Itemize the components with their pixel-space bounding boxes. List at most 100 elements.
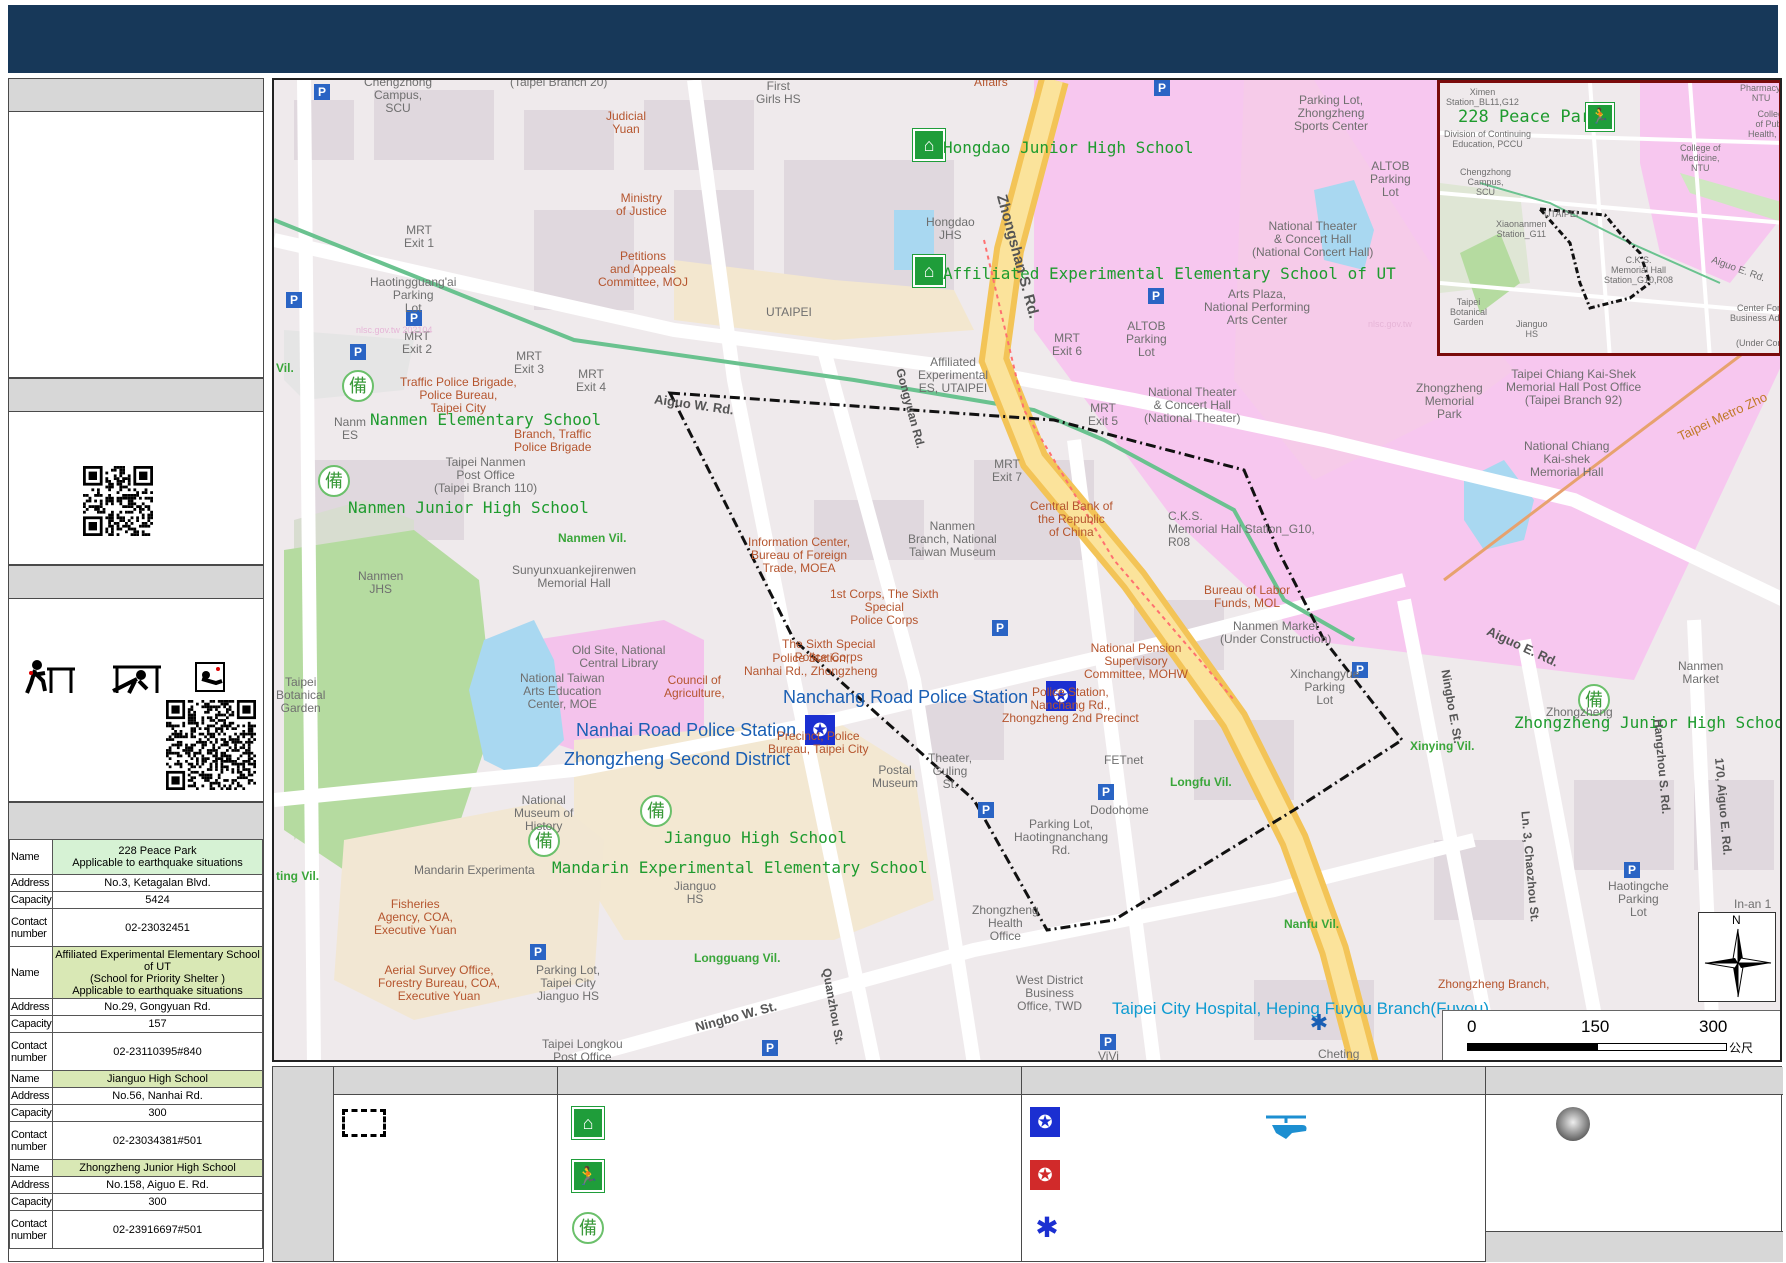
shelter-label: Affiliated Experimental Elementary Schoo… [943, 264, 1396, 283]
poi-label: Nanm ES [334, 415, 367, 442]
poi-label: Sunyunxuankejirenwen Memorial Hall [512, 563, 637, 590]
table-row: Name Jianguo High School [9, 1070, 263, 1088]
poi-label: Postal Museum [872, 763, 919, 790]
poi-label: UTAIPEI [766, 305, 812, 319]
shelter-address: No.29, Gongyuan Rd. [52, 998, 263, 1016]
poi-label: (Taipei Branch 20) [510, 78, 608, 89]
shelter-label: Mandarin Experimental Elementary School [552, 858, 928, 877]
row-label: Capacity [9, 1193, 53, 1211]
shelter-label: Jianguo High School [664, 828, 848, 847]
park-shelter-icon[interactable]: 🏃 [1585, 102, 1615, 132]
village-label: Nanmen Vil. [558, 531, 627, 545]
circle-marker-icon [1556, 1107, 1590, 1141]
shelter-building-icon: ⌂ [571, 1106, 605, 1140]
poi-label: National Museum of History [514, 793, 574, 833]
poi-label: C.K.S. Memorial Hall Station_G10, R08 [1168, 509, 1315, 549]
table-row: Contact number 02-23110395#840 [9, 1032, 263, 1071]
legend-column: ⌂ 🏃 備 [557, 1067, 1021, 1261]
village-label: Longfu Vil. [1170, 775, 1232, 789]
poi-label: MRT Exit 7 [992, 457, 1023, 484]
police-label: Nanchang Road Police Station [783, 687, 1029, 707]
scale-bar-black [1467, 1043, 1597, 1051]
table-row: Capacity 300 [9, 1104, 263, 1122]
row-label: Address [9, 998, 53, 1016]
row-label: Address [9, 1176, 53, 1194]
poi-label: Zhongzheng [1546, 705, 1613, 719]
row-label: Address [9, 874, 53, 892]
inset-label: Center For Business Adm [1730, 303, 1781, 323]
map-canvas[interactable]: ⌂ ⌂ ✪ ✪ 備 備 備 備 備 P P P P P P P P P P P … [272, 78, 1782, 1062]
reserve-icon[interactable]: 備 [640, 795, 672, 827]
title-bar [8, 5, 1778, 73]
police-badge-icon: ✪ [1030, 1107, 1060, 1137]
helicopter-icon [1266, 1115, 1307, 1139]
row-label: Contact number [9, 908, 53, 947]
reserve-icon[interactable]: 備 [318, 465, 350, 497]
legend-column [1485, 1067, 1783, 1262]
reserve-icon: 備 [572, 1212, 604, 1244]
shelter-address: No.3, Ketagalan Blvd. [52, 874, 263, 892]
poi-label: Zhongzheng Health Office [972, 903, 1039, 943]
row-label: Contact number [9, 1121, 53, 1160]
police-label: Nanhai Road Police Station [576, 720, 797, 740]
legend-column [333, 1067, 557, 1261]
table-row: Address No.3, Ketagalan Blvd. [9, 874, 263, 892]
shelter-address: No.158, Aiguo E. Rd. [52, 1176, 263, 1194]
reserve-icon[interactable]: 備 [342, 370, 374, 402]
legend-header [334, 1067, 557, 1095]
inset-map[interactable]: 228 Peace Park 🏃 Pharmacy, NTU College o… [1437, 80, 1782, 356]
shelter-capacity: 300 [52, 1193, 263, 1211]
shelter-contact: 02-23110395#840 [52, 1032, 263, 1071]
hospital-label: Taipei City Hospital, Heping Fuyou Branc… [1112, 999, 1490, 1018]
poi-label: National Pension Supervisory Committee, … [1084, 641, 1189, 681]
ambulance-star-icon[interactable]: ✱ [1308, 1012, 1330, 1034]
shelter-label: Hongdao Junior High School [943, 138, 1194, 157]
shelter-name: Affiliated Experimental Elementary Schoo… [52, 946, 263, 999]
poi-label: First Girls HS [756, 79, 801, 106]
poi-label: Petitions and Appeals Committee, MOJ [598, 249, 689, 289]
qr-code-icon [83, 466, 153, 536]
inset-title: 228 Peace Park [1458, 107, 1602, 127]
table-row: Contact number 02-23032451 [9, 908, 263, 947]
poi-label: Police Station, Nanhai Rd., Zhongzheng [744, 651, 878, 678]
village-label: Vil. [276, 361, 294, 375]
drop-icon [25, 660, 75, 694]
fire-badge-icon: ✪ [1030, 1160, 1060, 1190]
poi-label: Nanmen Market (Under Construction) [1220, 619, 1332, 646]
poi-label: Taipei Botanical Garden [276, 675, 326, 715]
table-row: Contact number 02-23034381#501 [9, 1121, 263, 1160]
parking-icon: P [1148, 288, 1164, 304]
compass-icon [1704, 928, 1772, 998]
poi-label: Hongdao JHS [926, 215, 975, 242]
shelter-contact: 02-23032451 [52, 908, 263, 947]
parking-icon: P [1100, 1034, 1116, 1050]
village-label: Xinying Vil. [1410, 739, 1475, 753]
legend-header [558, 1067, 1021, 1095]
inset-label: Pharmacy, NTU [1740, 83, 1782, 103]
poi-label: Branch, Traffic Police Brigade [514, 427, 592, 454]
table-row: Address No.158, Aiguo E. Rd. [9, 1176, 263, 1194]
legend-column: ✪ ✪ ✱ [1021, 1067, 1485, 1261]
poi-label: Central Bank of the Republic of China [1030, 499, 1113, 539]
poi-label: Council of Agriculture, [664, 673, 725, 700]
legend-footer-bar [1486, 1231, 1783, 1262]
shelter-building-icon[interactable]: ⌂ [912, 254, 946, 288]
poi-label: Parking Lot, Haotingnanchang Rd. [1014, 817, 1109, 857]
scale-unit: 公尺 [1729, 1041, 1754, 1055]
inset-label: Division of Continuing Education, PCCU [1444, 129, 1532, 149]
poi-label: National Theater & Concert Hall (Nationa… [1144, 385, 1241, 425]
inset-label: College of Medicine, NTU [1680, 143, 1721, 173]
poi-label: Old Site, National Central Library [572, 643, 666, 670]
poi-label: MRT Exit 5 [1088, 401, 1119, 428]
shelter-building-icon[interactable]: ⌂ [912, 128, 946, 162]
shelter-name: Jianguo High School [52, 1070, 263, 1088]
scale-tick: 300 [1699, 1017, 1728, 1036]
poi-label: Xinchangyue Parking Lot [1290, 667, 1360, 707]
watermark-label: nlsc.gov.tw 202104 [356, 325, 433, 335]
parking-icon: P [1624, 862, 1640, 878]
poi-label: National Theater & Concert Hall (Nationa… [1252, 219, 1374, 259]
village-label: Longguang Vil. [694, 951, 781, 965]
inset-label: C.K.S. Memorial Hall Station_G10,R08 [1604, 255, 1674, 285]
poi-label: Parking Lot, Taipei City Jianguo HS [536, 963, 601, 1003]
row-label: Capacity [9, 1015, 53, 1033]
